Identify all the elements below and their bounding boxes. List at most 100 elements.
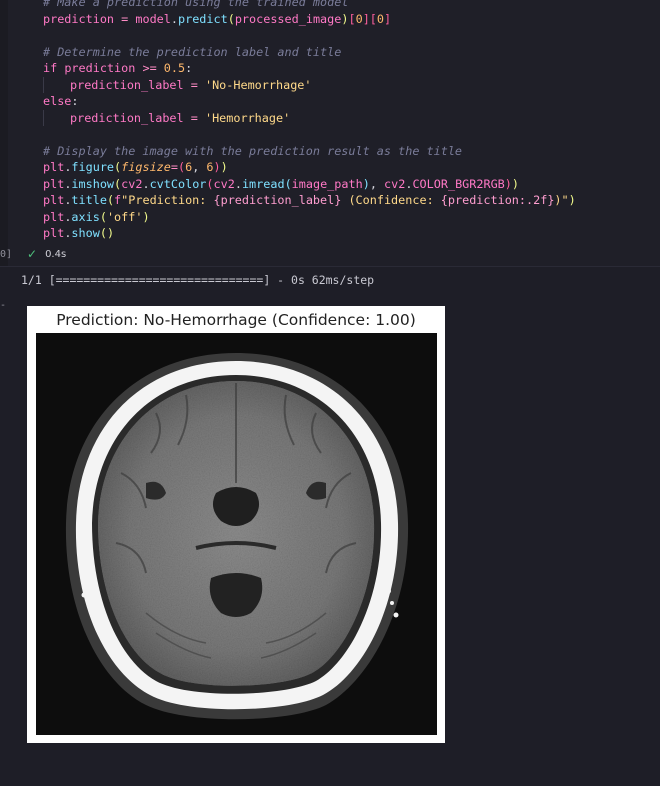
code-token: 0 [355,11,363,26]
code-token: if [43,61,58,75]
execution-count: 0] [0,249,13,260]
ct-scan-image [36,333,437,735]
code-line[interactable]: # Make a prediction using the trained mo… [43,0,660,11]
code-token: {prediction_label} [213,193,342,207]
code-token: imshow [71,176,115,191]
code-token: axis [71,209,100,224]
code-line[interactable]: plt.imshow(cv2.cvtColor(cv2.imread(image… [43,176,660,193]
code-token: image_path [291,176,363,191]
code-token: predict [177,11,228,26]
code-token: () [99,226,115,240]
code-line[interactable] [43,27,660,44]
code-token: : [71,94,79,108]
code-token: >= [142,61,157,75]
code-token: , [369,176,385,191]
code-line[interactable]: prediction_label = 'Hemorrhage' [43,109,660,126]
code-token: )" [554,193,569,207]
code-token: 'Hemorrhage' [204,110,291,125]
code-token: {prediction:.2f} [440,193,555,207]
cell-gutter [0,0,8,266]
output-marker: - [0,300,7,311]
code-token: = [190,77,198,92]
code-token: ] [384,11,392,26]
code-token: ( [284,176,292,191]
progress-output: 1/1 [==============================] - 0… [21,273,375,287]
code-token: ][ [362,11,377,26]
code-token: = [170,160,178,174]
code-line[interactable]: plt.axis('off') [43,209,660,226]
code-token: ) [213,160,221,174]
code-token: cv2 [121,176,143,191]
code-token: ( [99,209,107,224]
code-token: processed_image [234,11,342,26]
code-editor[interactable]: # Make a prediction using the trained mo… [43,0,660,242]
code-line[interactable]: # Display the image with the prediction … [43,143,660,160]
cell-output-divider [0,266,660,267]
code-token: . [142,176,150,191]
indent-guide [43,109,44,126]
code-token: COLOR_BGR2RGB [412,176,505,191]
code-token: = [190,110,198,125]
code-token: ) [504,176,512,191]
code-token: plt [43,209,65,224]
code-token: plt [43,226,65,240]
code-line[interactable]: else: [43,93,660,110]
code-token: 'No-Hemorrhage' [204,77,312,92]
code-line[interactable]: plt.figure(figsize=(6, 6)) [43,159,660,176]
code-token: imread [241,176,285,191]
code-token: ) [568,193,576,207]
code-token: ) [362,176,370,191]
code-token: ) [511,176,520,191]
cell-status: ✓ 0.4s [27,247,66,261]
code-token: ) [220,160,228,174]
code-token: "Prediction: [121,193,214,207]
code-cell[interactable]: # Make a prediction using the trained mo… [0,0,660,266]
success-check-icon: ✓ [27,247,38,261]
code-token: prediction_label [70,77,184,92]
code-token: 0 [376,11,385,26]
code-line[interactable]: prediction_label = 'No-Hemorrhage' [43,76,660,93]
code-line[interactable] [43,126,660,143]
code-token: . [170,11,178,26]
code-token: 0.5 [163,61,186,75]
code-token: prediction [43,11,115,26]
code-token: plt [43,176,65,191]
code-token: [ [348,11,356,26]
code-token: plt [43,160,65,174]
code-token: plt [43,193,65,207]
output-figure: Prediction: No-Hemorrhage (Confidence: 1… [27,306,445,743]
code-token: 'off' [106,209,143,224]
code-token: . [234,176,242,191]
code-line[interactable]: if prediction >= 0.5: [43,60,660,77]
code-token: show [71,226,100,240]
code-token: ( [206,176,214,191]
code-token: # Make a prediction using the trained mo… [43,0,349,9]
code-token: cv2 [213,176,235,191]
execution-time: 0.4s [45,248,67,260]
code-token: : [185,61,193,75]
code-token: else [43,94,72,108]
code-line[interactable]: # Determine the prediction label and tit… [43,44,660,61]
code-token: 6 [206,160,214,174]
code-token: ( [227,11,235,26]
code-line[interactable]: plt.show() [43,225,660,242]
code-token: cv2 [384,176,406,191]
code-token: figsize [121,160,171,174]
code-token: ) [142,209,150,224]
code-token: cvtColor [149,176,207,191]
code-token: model [135,11,171,26]
code-token: prediction [64,61,136,75]
code-token: (Confidence: [341,193,441,207]
code-line[interactable]: prediction = model.predict(processed_ima… [43,11,660,28]
code-token: # Display the image with the prediction … [43,143,463,158]
code-line[interactable]: plt.title(f"Prediction: {prediction_labe… [43,192,660,209]
indent-guide [43,76,44,93]
code-token: title [71,193,107,207]
code-token: ( [106,193,115,207]
code-token: figure [71,160,115,174]
